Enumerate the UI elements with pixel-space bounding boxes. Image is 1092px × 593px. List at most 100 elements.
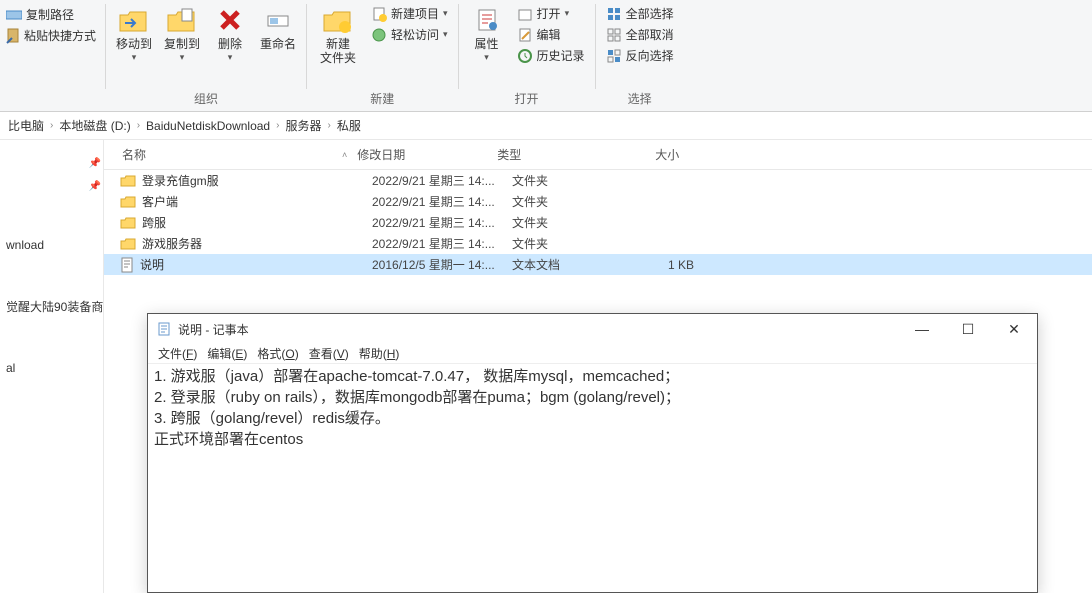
- txt-file-icon: [120, 257, 134, 273]
- col-type-header[interactable]: 类型: [497, 146, 615, 163]
- file-type: 文件夹: [512, 235, 630, 252]
- crumb-1[interactable]: 本地磁盘 (D:): [55, 117, 134, 134]
- new-folder-icon: [322, 7, 354, 33]
- maximize-button[interactable]: ☐: [945, 314, 991, 344]
- menu-view[interactable]: 查看(V): [305, 345, 353, 362]
- file-size: 1 KB: [630, 258, 702, 272]
- select-group: 全部选择 全部取消 反向选择 选择: [596, 0, 684, 111]
- invert-selection-button[interactable]: 反向选择: [604, 46, 676, 65]
- rename-icon: [264, 6, 292, 34]
- crumb-3[interactable]: 服务器: [281, 117, 325, 134]
- delete-button[interactable]: 删除 ▾: [206, 2, 254, 65]
- file-type: 文件夹: [512, 193, 630, 210]
- minimize-button[interactable]: —: [899, 314, 945, 344]
- open-button[interactable]: 打开 ▾: [515, 4, 587, 23]
- close-button[interactable]: ✕: [991, 314, 1037, 344]
- pin-icon: 📌: [89, 158, 101, 169]
- col-date-header[interactable]: 修改日期: [357, 146, 497, 163]
- file-name: 跨服: [142, 214, 166, 231]
- file-type: 文件夹: [512, 172, 630, 189]
- clipboard-group: 复制路径 粘贴快捷方式: [0, 0, 105, 111]
- invert-icon: [606, 48, 622, 64]
- file-row[interactable]: 客户端2022/9/21 星期三 14:...文件夹: [104, 191, 1092, 212]
- menu-format[interactable]: 格式(O): [253, 345, 302, 362]
- open-label: 打开: [537, 5, 561, 22]
- pin-icon: 📌: [89, 181, 101, 192]
- select-none-label: 全部取消: [626, 26, 674, 43]
- paste-shortcut-label: 粘贴快捷方式: [24, 27, 96, 44]
- notepad-titlebar[interactable]: 说明 - 记事本 — ☐ ✕: [148, 314, 1037, 344]
- file-type: 文件夹: [512, 214, 630, 231]
- column-headers: 名称 ˄ 修改日期 类型 大小: [104, 140, 1092, 170]
- rename-button[interactable]: 重命名: [254, 2, 302, 53]
- open-icon: [517, 6, 533, 22]
- folder-icon: [120, 174, 136, 188]
- folder-icon: [120, 195, 136, 209]
- select-all-label: 全部选择: [626, 5, 674, 22]
- edit-icon: [517, 27, 533, 43]
- notepad-textarea[interactable]: 1. 游戏服（java）部署在apache-tomcat-7.0.47， 数据库…: [148, 364, 1037, 452]
- shortcut-icon: [6, 28, 20, 44]
- new-folder-button[interactable]: 新建 文件夹: [311, 2, 365, 67]
- new-item-label: 新建项目: [391, 5, 439, 22]
- sidebar-equip[interactable]: 觉醒大陆90装备商!: [0, 292, 103, 321]
- edit-button[interactable]: 编辑: [515, 25, 587, 44]
- ribbon-toolbar: 复制路径 粘贴快捷方式 移动到 ▾ 复制到 ▾ 删除 ▾: [0, 0, 1092, 112]
- edit-label: 编辑: [537, 26, 561, 43]
- notepad-icon: [156, 321, 172, 337]
- organize-group-label: 组织: [194, 88, 218, 111]
- easy-access-label: 轻松访问: [391, 26, 439, 43]
- invert-label: 反向选择: [626, 47, 674, 64]
- new-group: 新建 文件夹 新建项目 ▾ 轻松访问 ▾ 新建: [307, 0, 458, 111]
- folder-icon: [120, 237, 136, 251]
- file-row[interactable]: 登录充值gm服2022/9/21 星期三 14:...文件夹: [104, 170, 1092, 191]
- easy-access-icon: [371, 27, 387, 43]
- open-group: 属性 ▾ 打开 ▾ 编辑 历史记录 打开: [459, 0, 595, 111]
- menu-edit[interactable]: 编辑(E): [203, 345, 251, 362]
- sidebar-download[interactable]: wnload: [0, 232, 103, 258]
- rename-label: 重命名: [260, 37, 296, 51]
- new-group-label: 新建: [370, 88, 394, 111]
- move-to-label: 移动到: [116, 37, 152, 51]
- select-all-button[interactable]: 全部选择: [604, 4, 676, 23]
- delete-icon: [216, 6, 244, 34]
- file-row[interactable]: 说明2016/12/5 星期一 14:...文本文档1 KB: [104, 254, 1092, 275]
- file-name: 游戏服务器: [142, 235, 202, 252]
- sidebar-quick-2[interactable]: 📌: [0, 175, 103, 198]
- navigation-pane: 📌 📌 wnload 觉醒大陆90装备商! al: [0, 140, 104, 593]
- select-none-button[interactable]: 全部取消: [604, 25, 676, 44]
- notepad-window: 说明 - 记事本 — ☐ ✕ 文件(F) 编辑(E) 格式(O) 查看(V) 帮…: [147, 313, 1038, 593]
- history-icon: [517, 48, 533, 64]
- properties-button[interactable]: 属性 ▾: [463, 2, 511, 65]
- file-row[interactable]: 跨服2022/9/21 星期三 14:...文件夹: [104, 212, 1092, 233]
- sidebar-al[interactable]: al: [0, 355, 103, 381]
- new-folder-label: 新建 文件夹: [320, 37, 356, 65]
- notepad-title-text: 说明 - 记事本: [178, 321, 249, 338]
- crumb-0[interactable]: 比电脑: [4, 117, 48, 134]
- copy-path[interactable]: 复制路径: [6, 4, 99, 25]
- copy-to-button[interactable]: 复制到 ▾: [158, 2, 206, 65]
- sort-arrow-icon: ˄: [342, 150, 347, 160]
- chevron-icon: ›: [274, 120, 281, 131]
- crumb-2[interactable]: BaiduNetdiskDownload: [142, 119, 274, 133]
- organize-group: 移动到 ▾ 复制到 ▾ 删除 ▾ 重命名 组织: [106, 0, 306, 111]
- chevron-icon: ›: [135, 120, 142, 131]
- menu-help[interactable]: 帮助(H): [355, 345, 404, 362]
- file-date: 2022/9/21 星期三 14:...: [372, 172, 512, 189]
- easy-access-button[interactable]: 轻松访问 ▾: [369, 25, 450, 44]
- properties-icon: [473, 6, 501, 34]
- col-name-header[interactable]: 名称: [104, 146, 372, 163]
- crumb-4[interactable]: 私服: [333, 117, 365, 134]
- address-bar[interactable]: 比电脑› 本地磁盘 (D:)› BaiduNetdiskDownload› 服务…: [0, 112, 1092, 140]
- move-to-button[interactable]: 移动到 ▾: [110, 2, 158, 65]
- menu-file[interactable]: 文件(F): [154, 345, 201, 362]
- sidebar-label: al: [6, 361, 15, 375]
- select-group-label: 选择: [628, 88, 652, 111]
- sidebar-quick-1[interactable]: 📌: [0, 152, 103, 175]
- paste-shortcut[interactable]: 粘贴快捷方式: [6, 25, 99, 46]
- col-size-header[interactable]: 大小: [615, 146, 687, 163]
- file-row[interactable]: 游戏服务器2022/9/21 星期三 14:...文件夹: [104, 233, 1092, 254]
- new-item-button[interactable]: 新建项目 ▾: [369, 4, 450, 23]
- history-button[interactable]: 历史记录: [515, 46, 587, 65]
- copy-icon: [166, 7, 198, 33]
